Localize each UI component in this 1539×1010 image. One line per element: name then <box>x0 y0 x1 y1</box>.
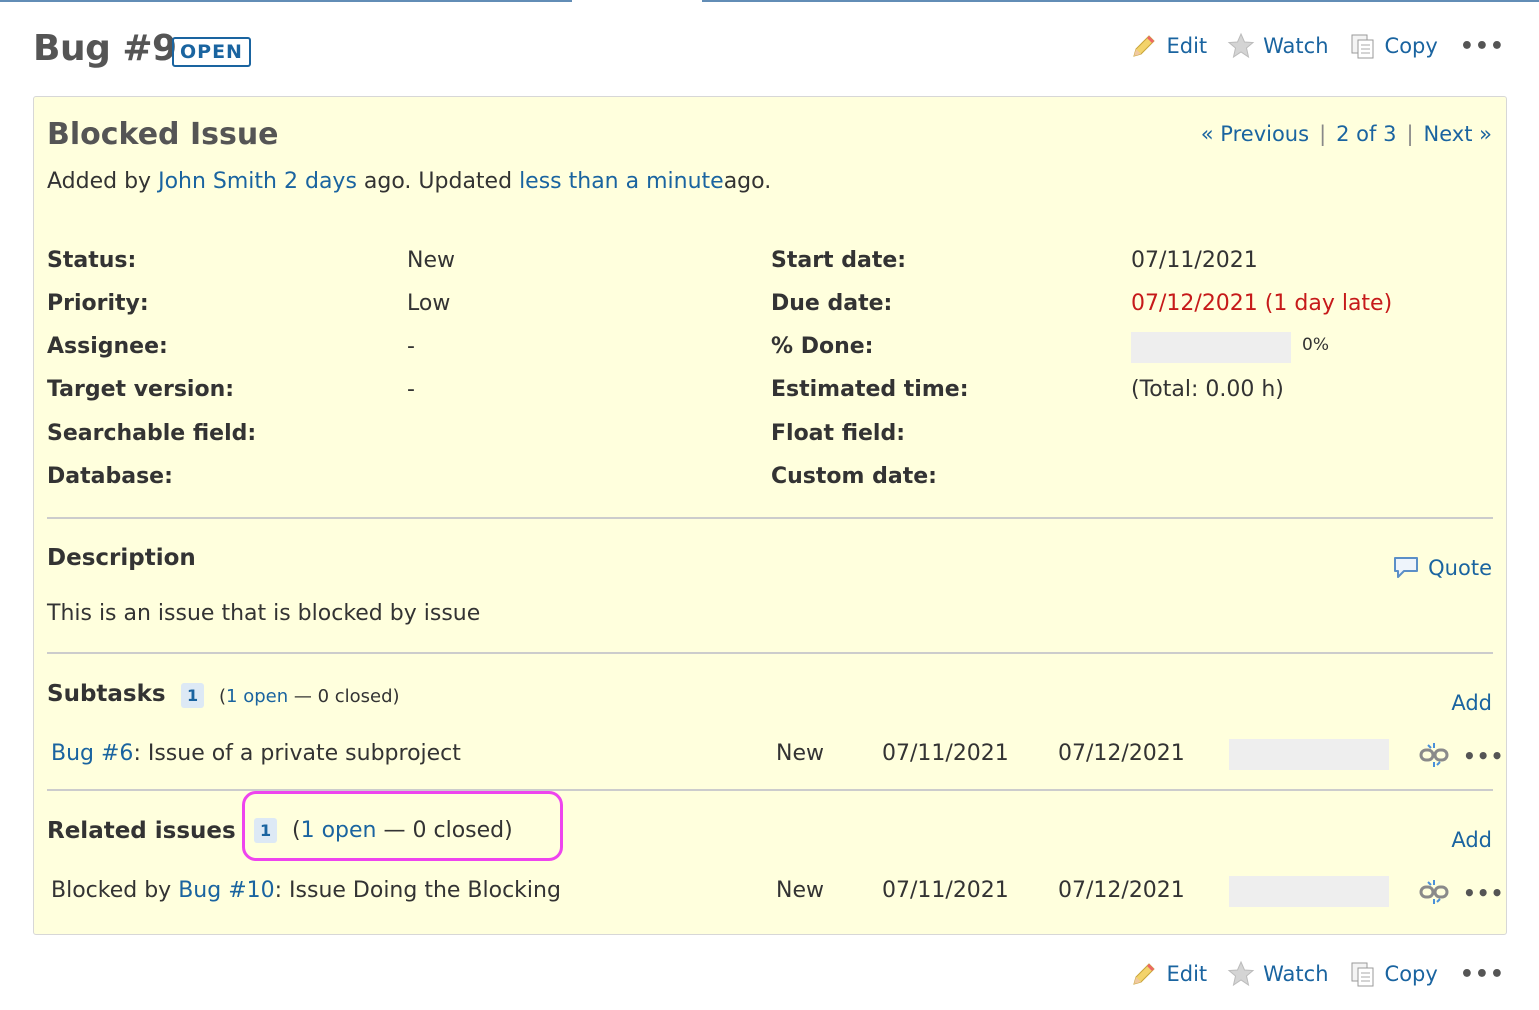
relation-start-date: 07/11/2021 <box>882 878 1009 903</box>
subtask-more-icon[interactable]: ••• <box>1463 744 1504 768</box>
relation-progress-bar <box>1229 876 1389 907</box>
nav-separator: | <box>1406 122 1414 146</box>
description-text: This is an issue that is blocked by issu… <box>47 601 481 626</box>
subtask-start-date: 07/11/2021 <box>882 741 1009 766</box>
edit-label: Edit <box>1166 34 1208 58</box>
edit-button[interactable]: Edit <box>1130 32 1207 60</box>
add-subtask-link[interactable]: Add <box>1451 691 1492 715</box>
done-label: % Done: <box>771 334 874 359</box>
position-link[interactable]: 2 of 3 <box>1336 122 1396 146</box>
previous-link[interactable]: « Previous <box>1201 122 1309 146</box>
page-title: Bug #9 <box>33 28 177 69</box>
subtasks-open-link[interactable]: 1 open <box>226 686 288 707</box>
priority-value: Low <box>407 291 451 316</box>
updated-text: ago. Updated <box>363 169 513 194</box>
relation-issue-link[interactable]: Bug #10 <box>178 878 274 903</box>
more-actions-icon[interactable]: ••• <box>1460 34 1505 59</box>
subtasks-title: Subtasks <box>47 681 166 707</box>
edit-button[interactable]: Edit <box>1130 960 1207 988</box>
author-link[interactable]: John Smith <box>158 169 277 194</box>
related-issues-title: Related issues <box>47 818 236 844</box>
nav-separator: | <box>1319 122 1327 146</box>
database-label: Database: <box>47 464 173 489</box>
subtask-issue-link[interactable]: Bug #6 <box>51 741 133 766</box>
watch-label: Watch <box>1263 34 1329 58</box>
relation-title: Blocked by Bug #10: Issue Doing the Bloc… <box>51 878 561 903</box>
searchable-field-label: Searchable field: <box>47 421 257 446</box>
speech-bubble-icon <box>1392 555 1420 581</box>
pencil-icon <box>1130 960 1158 988</box>
contextual-actions-bottom: Edit Watch Copy ••• <box>1110 960 1505 988</box>
estimated-time-value: (Total: 0.00 h) <box>1131 377 1284 402</box>
copy-icon <box>1349 32 1377 60</box>
watch-label: Watch <box>1263 962 1329 986</box>
relation-type: Blocked by <box>51 878 172 903</box>
relation-subject: : Issue Doing the Blocking <box>274 878 561 903</box>
relation-due-date: 07/12/2021 <box>1058 878 1185 903</box>
top-tab-border-right <box>702 0 1539 2</box>
next-link[interactable]: Next » <box>1424 122 1492 146</box>
watch-button[interactable]: Watch <box>1227 32 1329 60</box>
added-ago-link[interactable]: 2 days <box>284 169 357 194</box>
subtasks-closed-text: — 0 closed) <box>293 686 400 707</box>
relation-status: New <box>776 878 824 903</box>
start-date-value: 07/11/2021 <box>1131 248 1258 273</box>
copy-label: Copy <box>1384 34 1438 58</box>
target-version-label: Target version: <box>47 377 235 402</box>
star-icon <box>1227 960 1255 988</box>
subtask-title: Bug #6: Issue of a private subproject <box>51 741 461 766</box>
copy-button[interactable]: Copy <box>1349 32 1438 60</box>
float-field-label: Float field: <box>771 421 906 446</box>
top-tab-border-left <box>0 0 572 2</box>
done-progress-bar <box>1131 332 1291 363</box>
subtask-subject: : Issue of a private subproject <box>133 741 461 766</box>
copy-label: Copy <box>1384 962 1438 986</box>
subtask-due-date: 07/12/2021 <box>1058 741 1185 766</box>
author-line: Added by John Smith 2 days ago. Updated … <box>47 169 771 194</box>
pencil-icon <box>1130 32 1158 60</box>
start-date-label: Start date: <box>771 248 907 273</box>
edit-label: Edit <box>1166 962 1208 986</box>
estimated-time-label: Estimated time: <box>771 377 969 402</box>
issue-navigation: « Previous | 2 of 3 | Next » <box>1201 122 1492 146</box>
copy-button[interactable]: Copy <box>1349 960 1438 988</box>
counts-open-paren: ( <box>219 686 227 707</box>
divider <box>47 517 1493 519</box>
quote-button[interactable]: Quote <box>1392 555 1492 581</box>
description-title: Description <box>47 545 196 571</box>
watch-button[interactable]: Watch <box>1227 960 1329 988</box>
added-by-text: Added by <box>47 169 152 194</box>
due-date-value: 07/12/2021 (1 day late) <box>1131 291 1393 316</box>
status-label: Status: <box>47 248 137 273</box>
status-value: New <box>407 248 455 273</box>
due-date-label: Due date: <box>771 291 893 316</box>
status-badge: OPEN <box>172 37 251 67</box>
unlink-icon[interactable] <box>1418 878 1450 906</box>
star-icon <box>1227 32 1255 60</box>
done-percent: 0% <box>1302 335 1329 355</box>
copy-icon <box>1349 960 1377 988</box>
quote-label: Quote <box>1428 556 1492 580</box>
subtask-status: New <box>776 741 824 766</box>
contextual-actions-top: Edit Watch Copy ••• <box>1110 32 1505 60</box>
assignee-value: - <box>407 334 415 359</box>
unlink-icon[interactable] <box>1418 741 1450 769</box>
ago-text: ago. <box>723 169 772 194</box>
relation-more-icon[interactable]: ••• <box>1463 881 1504 905</box>
subtask-progress-bar <box>1229 739 1389 770</box>
annotation-highlight <box>242 791 563 861</box>
custom-date-label: Custom date: <box>771 464 937 489</box>
more-actions-icon[interactable]: ••• <box>1460 962 1505 987</box>
subtasks-count-badge: 1 <box>181 683 205 708</box>
issue-subject: Blocked Issue <box>47 117 279 152</box>
priority-label: Priority: <box>47 291 149 316</box>
target-version-value: - <box>407 377 415 402</box>
subtasks-counts: (1 open — 0 closed) <box>219 686 400 707</box>
add-relation-link[interactable]: Add <box>1451 828 1492 852</box>
updated-ago-link[interactable]: less than a minute <box>519 169 724 194</box>
assignee-label: Assignee: <box>47 334 168 359</box>
divider <box>47 652 1493 654</box>
